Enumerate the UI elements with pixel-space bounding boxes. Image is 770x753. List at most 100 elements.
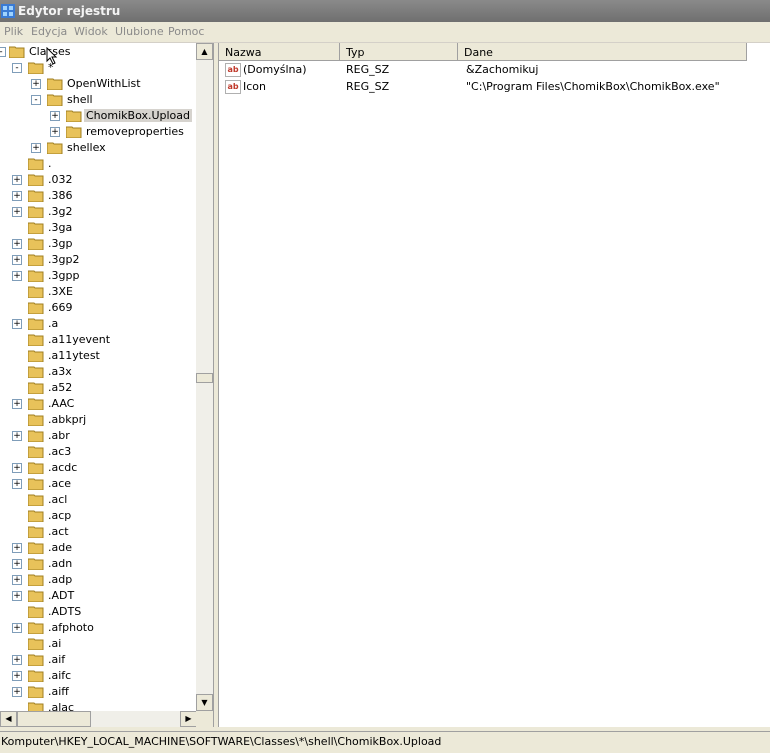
expand-icon[interactable]: +	[12, 543, 22, 553]
tree-node[interactable]: .ai	[0, 636, 196, 652]
expand-icon[interactable]: +	[50, 127, 60, 137]
tree-node[interactable]: .act	[0, 524, 196, 540]
expand-icon[interactable]: +	[12, 255, 22, 265]
tree-node[interactable]: .ADTS	[0, 604, 196, 620]
folder-icon	[28, 334, 44, 346]
expand-icon[interactable]: +	[12, 575, 22, 585]
tree-node-star[interactable]: - *	[0, 60, 196, 76]
tree-node[interactable]: - shell	[0, 92, 196, 108]
expand-icon[interactable]: +	[12, 687, 22, 697]
menu-edycja[interactable]: Edycja	[31, 25, 67, 38]
folder-icon	[28, 446, 44, 458]
menu-plik[interactable]: Plik	[4, 25, 23, 38]
tree-node[interactable]: + .aif	[0, 652, 196, 668]
tree-node[interactable]: + .ace	[0, 476, 196, 492]
tree-node-label: .386	[48, 189, 73, 202]
column-header-type[interactable]: Typ	[340, 43, 458, 61]
tree-node[interactable]: .a11ytest	[0, 348, 196, 364]
collapse-icon[interactable]: -	[12, 63, 22, 73]
tree-node[interactable]: + .3g2	[0, 204, 196, 220]
tree-node-classes[interactable]: - Classes	[0, 44, 196, 60]
expand-icon[interactable]: +	[12, 319, 22, 329]
key-tree[interactable]: - Classes - * + OpenWithList - shell + Chomik…	[0, 43, 214, 727]
values-list[interactable]: Nazwa Typ Dane ab (Domyślna) REG_SZ &Zac…	[218, 43, 770, 727]
expand-icon[interactable]: +	[12, 559, 22, 569]
tree-node[interactable]: + .acdc	[0, 460, 196, 476]
expand-icon[interactable]: +	[12, 399, 22, 409]
expand-icon[interactable]: +	[12, 239, 22, 249]
tree-node[interactable]: + .abr	[0, 428, 196, 444]
menu-widok[interactable]: Widok	[74, 25, 108, 38]
list-row[interactable]: ab Icon REG_SZ "C:\Program Files\ChomikB…	[219, 79, 770, 95]
tree-node[interactable]: .a52	[0, 380, 196, 396]
tree-node[interactable]: + .adp	[0, 572, 196, 588]
tree-node[interactable]: + .ade	[0, 540, 196, 556]
tree-node[interactable]: + .3gp2	[0, 252, 196, 268]
expand-icon[interactable]: +	[12, 191, 22, 201]
expand-icon[interactable]: +	[50, 111, 60, 121]
menu-pomoc[interactable]: Pomoc	[168, 25, 204, 38]
scroll-up-icon[interactable]: ▲	[196, 43, 213, 60]
expand-icon[interactable]: +	[12, 463, 22, 473]
collapse-icon[interactable]: -	[0, 47, 6, 57]
tree-node[interactable]: .acl	[0, 492, 196, 508]
column-header-name[interactable]: Nazwa	[219, 43, 340, 61]
folder-icon	[66, 126, 82, 138]
tree-node[interactable]: + .ADT	[0, 588, 196, 604]
expand-icon[interactable]: +	[12, 207, 22, 217]
tree-node[interactable]: .acp	[0, 508, 196, 524]
scroll-corner	[196, 711, 213, 727]
collapse-icon[interactable]: -	[31, 95, 41, 105]
folder-icon	[28, 478, 44, 490]
expand-icon[interactable]: +	[12, 671, 22, 681]
tree-node[interactable]: .3ga	[0, 220, 196, 236]
tree-node[interactable]: + .3gpp	[0, 268, 196, 284]
expand-icon[interactable]: +	[31, 79, 41, 89]
status-bar: Komputer\HKEY_LOCAL_MACHINE\SOFTWARE\Cla…	[0, 731, 770, 753]
tree-horizontal-scrollbar[interactable]: ◀ ▶	[0, 711, 197, 727]
tree-node[interactable]: + .AAC	[0, 396, 196, 412]
folder-icon	[28, 270, 44, 282]
tree-node[interactable]: + .386	[0, 188, 196, 204]
tree-node[interactable]: .669	[0, 300, 196, 316]
scroll-thumb[interactable]	[17, 711, 91, 727]
tree-node-label: .aiff	[48, 685, 69, 698]
tree-node[interactable]: .abkprj	[0, 412, 196, 428]
expand-icon[interactable]: +	[12, 431, 22, 441]
tree-node[interactable]: + OpenWithList	[0, 76, 196, 92]
tree-node[interactable]: .	[0, 156, 196, 172]
tree-node[interactable]: + removeproperties	[0, 124, 196, 140]
expand-icon[interactable]: +	[12, 175, 22, 185]
expand-icon[interactable]: +	[12, 623, 22, 633]
tree-node[interactable]: + .3gp	[0, 236, 196, 252]
tree-node[interactable]: + .aiff	[0, 684, 196, 700]
scroll-thumb[interactable]	[196, 373, 213, 383]
list-row[interactable]: ab (Domyślna) REG_SZ &Zachomikuj	[219, 62, 770, 78]
tree-node[interactable]: + .032	[0, 172, 196, 188]
tree-node[interactable]: + .a	[0, 316, 196, 332]
tree-node[interactable]: + .aifc	[0, 668, 196, 684]
expand-icon[interactable]: +	[12, 479, 22, 489]
registry-editor-icon	[1, 4, 15, 18]
tree-node[interactable]: + .adn	[0, 556, 196, 572]
menu-ulubione[interactable]: Ulubione	[115, 25, 164, 38]
tree-node[interactable]: .ac3	[0, 444, 196, 460]
tree-node[interactable]: + shellex	[0, 140, 196, 156]
tree-node-label: .abr	[48, 429, 70, 442]
scroll-left-icon[interactable]: ◀	[0, 711, 17, 727]
tree-node-label: .AAC	[48, 397, 75, 410]
tree-node[interactable]: + ChomikBox.Upload	[0, 108, 196, 124]
scroll-down-icon[interactable]: ▼	[196, 694, 213, 711]
tree-node[interactable]: .a11yevent	[0, 332, 196, 348]
expand-icon[interactable]: +	[12, 591, 22, 601]
tree-node[interactable]: + .afphoto	[0, 620, 196, 636]
expand-icon[interactable]: +	[12, 271, 22, 281]
expand-icon[interactable]: +	[12, 655, 22, 665]
scroll-right-icon[interactable]: ▶	[180, 711, 197, 727]
tree-vertical-scrollbar[interactable]: ▲ ▼	[196, 43, 213, 711]
tree-node[interactable]: .3XE	[0, 284, 196, 300]
tree-node[interactable]: .a3x	[0, 364, 196, 380]
column-header-data[interactable]: Dane	[458, 43, 747, 61]
tree-node-label: .acdc	[48, 461, 78, 474]
expand-icon[interactable]: +	[31, 143, 41, 153]
